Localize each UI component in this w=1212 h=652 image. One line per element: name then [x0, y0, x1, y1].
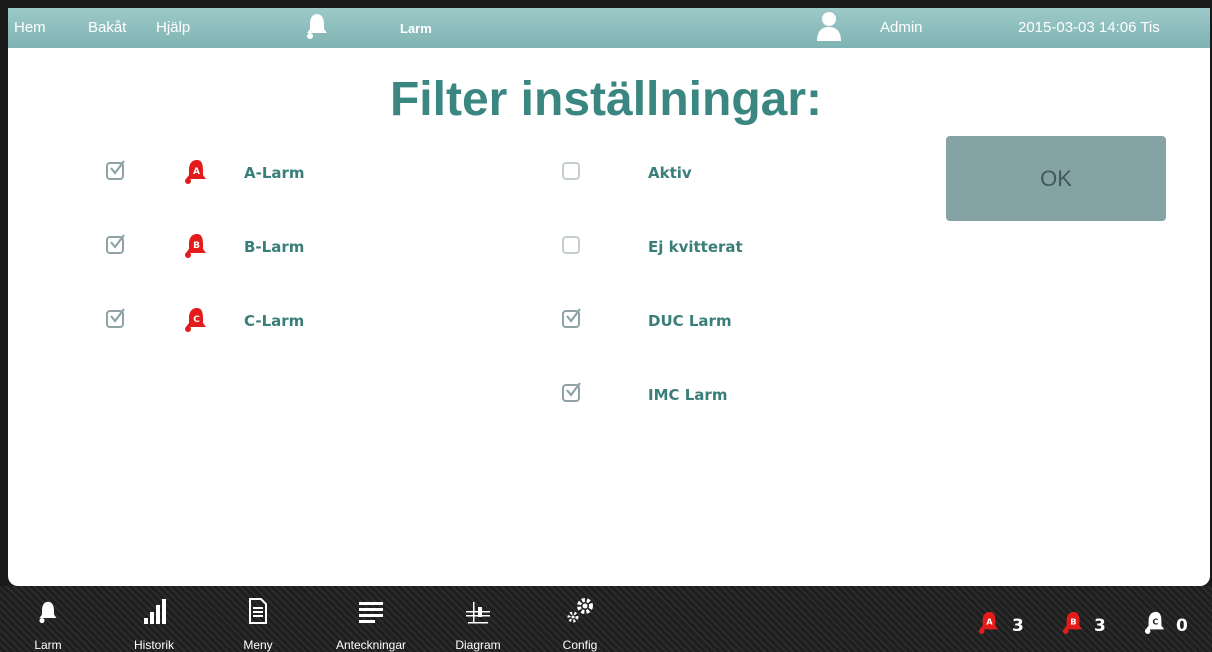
bell-icon: [307, 14, 327, 39]
checkbox-imc-larm[interactable]: [562, 382, 581, 402]
nav-historik[interactable]: Historik: [124, 598, 184, 652]
nav-label: Anteckningar: [335, 638, 407, 652]
home-link[interactable]: Hem: [14, 19, 46, 36]
nav-diagram[interactable]: Diagram: [448, 598, 508, 652]
bell-icon: [39, 601, 57, 624]
ok-button[interactable]: OK: [946, 136, 1166, 221]
filter-label-aktiv: Aktiv: [648, 164, 692, 182]
nav-label: Historik: [133, 638, 174, 652]
filter-label-imc-larm: IMC Larm: [648, 386, 728, 404]
user-name[interactable]: Admin: [880, 19, 923, 36]
help-link[interactable]: Hjälp: [156, 19, 190, 36]
nav-label: Config: [562, 638, 598, 652]
page-title: Filter inställningar:: [389, 73, 823, 126]
svg-text:B: B: [193, 241, 200, 251]
checkbox-b-larm[interactable]: [106, 234, 125, 254]
diagram-icon: [466, 602, 490, 624]
svg-text:B: B: [1070, 617, 1076, 627]
svg-text:A: A: [986, 617, 993, 627]
bottom-bar: Larm Historik Meny Anteckningar Diagram: [0, 586, 1212, 652]
checkbox-duc-larm[interactable]: [562, 308, 581, 328]
alarm-c-icon: C: [185, 308, 206, 332]
nav-label: Larm: [34, 638, 62, 652]
alarm-b-icon: B: [185, 234, 206, 258]
filter-label-b-larm: B-Larm: [244, 238, 305, 256]
filter-label-c-larm: C-Larm: [244, 312, 305, 330]
svg-text:C: C: [193, 315, 200, 325]
nav-config[interactable]: Config: [556, 598, 604, 652]
document-icon: [249, 598, 267, 624]
nav-meny[interactable]: Meny: [236, 598, 280, 652]
filter-label-a-larm: A-Larm: [244, 164, 305, 182]
gears-icon: [567, 598, 593, 623]
alarm-a-count: 3: [1012, 616, 1024, 636]
checkbox-c-larm[interactable]: [106, 308, 125, 328]
bar-chart-icon: [144, 599, 166, 624]
checkbox-a-larm[interactable]: [106, 160, 125, 180]
top-bar: Hem Bakåt Hjälp Larm Admin 2015-03-03 14…: [8, 8, 1210, 48]
user-icon: [817, 12, 841, 41]
notes-icon: [359, 602, 383, 623]
datetime: 2015-03-03 14:06 Tis: [1018, 19, 1160, 36]
checkbox-aktiv[interactable]: [562, 162, 580, 180]
alarm-a-icon: A: [185, 160, 206, 184]
current-page-label: Larm: [400, 21, 432, 36]
filter-label-ej-kvitterat: Ej kvitterat: [648, 238, 743, 256]
nav-anteckningar[interactable]: Anteckningar: [326, 598, 416, 652]
nav-label: Diagram: [455, 638, 501, 652]
alarm-c-counter-icon[interactable]: C: [1144, 610, 1166, 634]
svg-text:C: C: [1152, 617, 1158, 627]
alarm-a-counter-icon[interactable]: A: [978, 610, 1000, 634]
svg-text:A: A: [193, 167, 200, 177]
filter-label-duc-larm: DUC Larm: [648, 312, 732, 330]
nav-larm[interactable]: Larm: [22, 598, 74, 652]
alarm-b-counter-icon[interactable]: B: [1062, 610, 1084, 634]
back-link[interactable]: Bakåt: [88, 19, 126, 36]
alarm-b-count: 3: [1094, 616, 1106, 636]
alarm-c-count: 0: [1176, 616, 1188, 636]
checkbox-ej-kvitterat[interactable]: [562, 236, 580, 254]
nav-label: Meny: [243, 638, 273, 652]
